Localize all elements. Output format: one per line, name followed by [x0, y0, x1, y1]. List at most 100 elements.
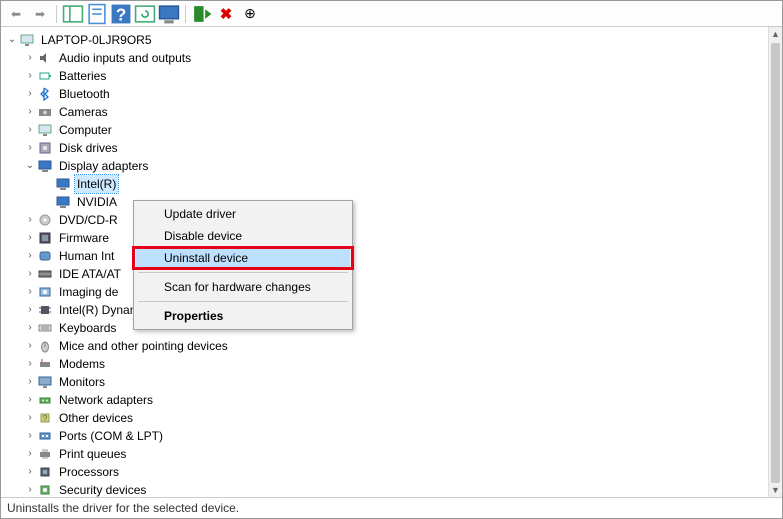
printer-icon	[37, 446, 53, 462]
arrow-right-icon: ➡	[35, 7, 45, 21]
tree-category[interactable]: ›IDE ATA/AT	[5, 265, 768, 283]
tree-category[interactable]: ›? Other devices	[5, 409, 768, 427]
tree-category[interactable]: ›Modems	[5, 355, 768, 373]
enable-button[interactable]	[191, 3, 213, 25]
monitor-icon	[37, 374, 53, 390]
vertical-scrollbar[interactable]: ▲ ▼	[768, 27, 782, 497]
tree-category[interactable]: ›DVD/CD-R	[5, 211, 768, 229]
computer-icon	[19, 32, 35, 48]
expand-toggle[interactable]: ›	[23, 49, 37, 67]
tree-root-label: LAPTOP-0LJR9OR5	[39, 31, 154, 49]
tree-category-label: Display adapters	[57, 157, 150, 175]
help-icon: ?	[110, 3, 132, 25]
tree-category[interactable]: ›Network adapters	[5, 391, 768, 409]
expand-toggle[interactable]: ›	[23, 139, 37, 157]
display-icon	[55, 194, 71, 210]
expand-toggle[interactable]: ›	[23, 373, 37, 391]
firmware-icon	[37, 230, 53, 246]
context-menu-item[interactable]: Disable device	[136, 225, 350, 247]
context-menu-item[interactable]: Uninstall device	[136, 247, 350, 269]
expand-toggle[interactable]: ›	[23, 283, 37, 301]
scroll-up-button[interactable]: ▲	[769, 27, 782, 41]
hid-icon	[37, 248, 53, 264]
expand-toggle[interactable]: ›	[23, 247, 37, 265]
chip-icon	[37, 302, 53, 318]
properties-button[interactable]	[86, 3, 108, 25]
tree-category-label: Bluetooth	[57, 85, 112, 103]
tree-category[interactable]: › Bluetooth	[5, 85, 768, 103]
expand-toggle[interactable]: ›	[23, 319, 37, 337]
tree-category[interactable]: ›Firmware	[5, 229, 768, 247]
scan-button[interactable]	[158, 3, 180, 25]
expand-toggle[interactable]: ›	[23, 391, 37, 409]
circle-down-icon: ⊕	[244, 5, 256, 22]
forward-button[interactable]: ➡	[29, 3, 51, 25]
context-menu-item[interactable]: Update driver	[136, 203, 350, 225]
tree-root[interactable]: ⌄ LAPTOP-0LJR9OR5	[5, 31, 768, 49]
tree-category-label: Other devices	[57, 409, 135, 427]
expand-toggle[interactable]: ›	[23, 463, 37, 481]
disk-icon	[37, 140, 53, 156]
expand-toggle[interactable]: ⌄	[23, 157, 37, 175]
expand-toggle[interactable]: ›	[23, 121, 37, 139]
expand-toggle[interactable]: ›	[23, 481, 37, 497]
tree-device[interactable]: NVIDIA	[5, 193, 768, 211]
tree-category-label: Computer	[57, 121, 114, 139]
tree-category[interactable]: ›Print queues	[5, 445, 768, 463]
tree-category[interactable]: ›Mice and other pointing devices	[5, 337, 768, 355]
context-menu: Update driverDisable deviceUninstall dev…	[133, 200, 353, 330]
page-icon	[86, 3, 108, 25]
toolbar-sep	[185, 5, 186, 23]
tree-category[interactable]: ›Intel(R) Dynamic Platform and Thermal F…	[5, 301, 768, 319]
context-menu-item[interactable]: Scan for hardware changes	[136, 276, 350, 298]
tree-category-label: Monitors	[57, 373, 107, 391]
tree-device[interactable]: Intel(R)	[5, 175, 768, 193]
expand-toggle[interactable]: ›	[23, 427, 37, 445]
tree-category[interactable]: › Imaging de	[5, 283, 768, 301]
uninstall-button[interactable]: ⊕	[239, 3, 261, 25]
help-button[interactable]: ?	[110, 3, 132, 25]
expand-toggle[interactable]: ⌄	[5, 31, 19, 49]
expand-toggle[interactable]: ›	[23, 409, 37, 427]
tree-category[interactable]: › Computer	[5, 121, 768, 139]
expand-toggle[interactable]: ›	[23, 103, 37, 121]
other-icon: ?	[37, 410, 53, 426]
tree-category[interactable]: ›Processors	[5, 463, 768, 481]
context-menu-item[interactable]: Properties	[136, 305, 350, 327]
computer-icon	[37, 122, 53, 138]
expand-toggle[interactable]: ›	[23, 445, 37, 463]
expand-toggle[interactable]: ›	[23, 337, 37, 355]
tree-category[interactable]: ›Ports (COM & LPT)	[5, 427, 768, 445]
tree-category[interactable]: ›Human Int	[5, 247, 768, 265]
tree-category[interactable]: ›Security devices	[5, 481, 768, 497]
scroll-thumb[interactable]	[771, 43, 780, 483]
tree-category-label: Imaging de	[57, 283, 120, 301]
tree-category[interactable]: ›Keyboards	[5, 319, 768, 337]
tree-category[interactable]: ›Audio inputs and outputs	[5, 49, 768, 67]
svg-text:?: ?	[43, 414, 48, 423]
imaging-icon	[37, 284, 53, 300]
expand-toggle[interactable]: ›	[23, 301, 37, 319]
expand-toggle[interactable]: ›	[23, 67, 37, 85]
expand-toggle[interactable]: ›	[23, 355, 37, 373]
device-tree[interactable]: ⌄ LAPTOP-0LJR9OR5 ›Audio inputs and outp…	[1, 27, 768, 497]
tree-device-label: NVIDIA	[75, 193, 119, 211]
tree-category[interactable]: ⌄ Display adapters	[5, 157, 768, 175]
scroll-down-button[interactable]: ▼	[769, 483, 782, 497]
back-button[interactable]: ⬅	[5, 3, 27, 25]
monitor-scan-icon	[158, 3, 180, 25]
expand-toggle[interactable]: ›	[23, 85, 37, 103]
update-driver-button[interactable]	[134, 3, 156, 25]
tree-category[interactable]: › Disk drives	[5, 139, 768, 157]
show-hidden-button[interactable]	[62, 3, 84, 25]
port-icon	[37, 428, 53, 444]
disable-button[interactable]: ✖	[215, 3, 237, 25]
tree-category[interactable]: ›Batteries	[5, 67, 768, 85]
expand-toggle[interactable]: ›	[23, 211, 37, 229]
tree-category-label: Disk drives	[57, 139, 120, 157]
tree-category[interactable]: › Monitors	[5, 373, 768, 391]
tree-category[interactable]: ›Cameras	[5, 103, 768, 121]
display-icon	[55, 176, 71, 192]
expand-toggle[interactable]: ›	[23, 265, 37, 283]
expand-toggle[interactable]: ›	[23, 229, 37, 247]
